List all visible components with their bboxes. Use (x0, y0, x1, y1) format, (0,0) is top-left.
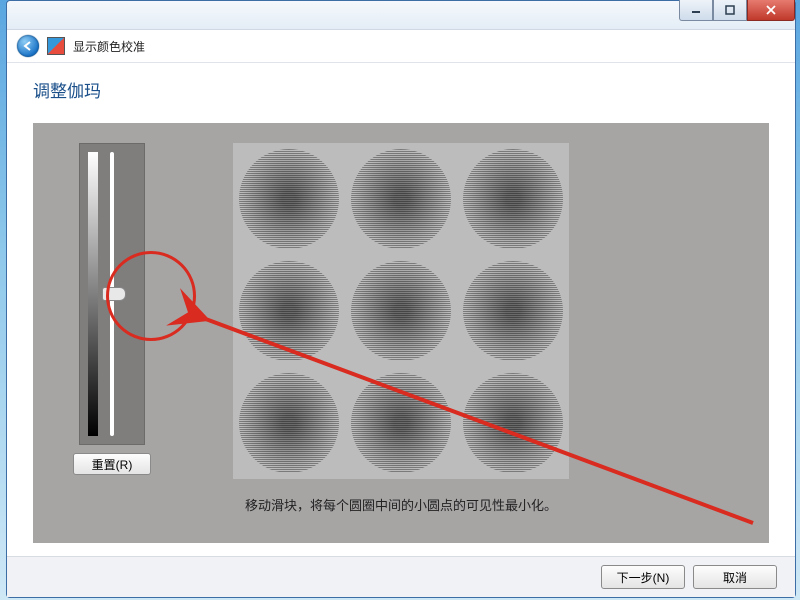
page-heading: 调整伽玛 (7, 63, 795, 110)
gamma-dot (457, 143, 569, 255)
app-title: 显示颜色校准 (73, 38, 145, 55)
reset-button[interactable]: 重置(R) (73, 453, 151, 475)
gradient-strip (88, 152, 98, 436)
window-controls (679, 0, 795, 21)
gamma-dot (345, 255, 457, 367)
window: 显示颜色校准 调整伽玛 重置(R) 移动滑块，将每个圆圈中间的 (6, 0, 796, 598)
instruction-text: 移动滑块，将每个圆圈中间的小圆点的可见性最小化。 (33, 495, 769, 514)
breadcrumb: 显示颜色校准 (7, 30, 795, 63)
gamma-dot (457, 255, 569, 367)
calibration-panel: 重置(R) 移动滑块，将每个圆圈中间的小圆点的可见性最小化。 (33, 123, 769, 543)
slider-thumb[interactable] (102, 287, 126, 301)
page-body: 调整伽玛 重置(R) 移动滑块，将每个圆圈中间的小圆点的可见性最小化。 (7, 63, 795, 597)
next-button[interactable]: 下一步(N) (601, 565, 685, 589)
gamma-dot (233, 367, 345, 479)
back-button[interactable] (17, 35, 39, 57)
maximize-button[interactable] (713, 0, 747, 21)
gamma-dot (457, 367, 569, 479)
gamma-preview-grid (233, 143, 569, 479)
gamma-dot (233, 143, 345, 255)
gamma-slider[interactable] (79, 143, 145, 445)
titlebar (7, 1, 795, 30)
wizard-footer: 下一步(N) 取消 (7, 556, 795, 597)
gamma-dot (345, 143, 457, 255)
close-button[interactable] (747, 0, 795, 21)
arrow-left-icon (22, 40, 34, 52)
gamma-dot (345, 367, 457, 479)
minimize-button[interactable] (679, 0, 713, 21)
gamma-dot (233, 255, 345, 367)
app-icon (47, 37, 65, 55)
cancel-button[interactable]: 取消 (693, 565, 777, 589)
